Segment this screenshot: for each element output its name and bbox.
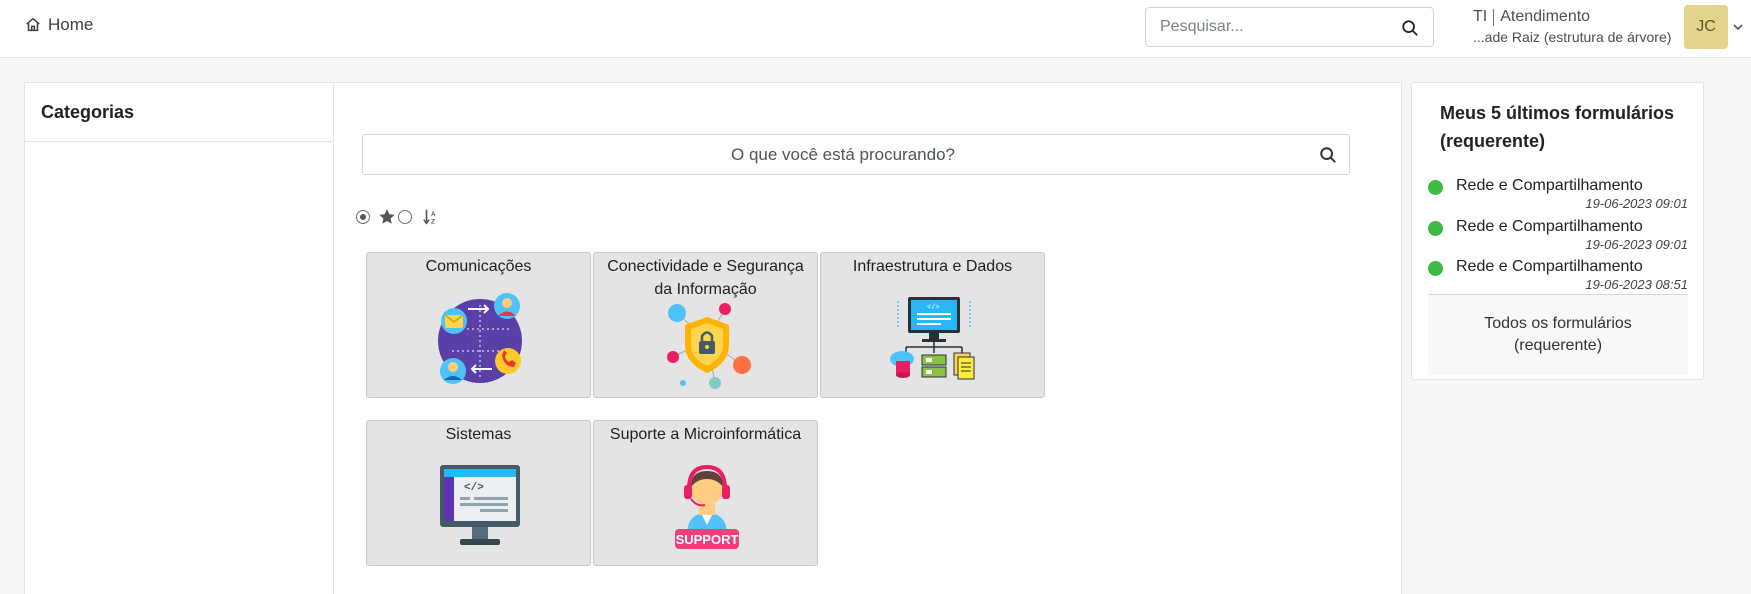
recent-form-item[interactable]: Rede e Compartilhamento 19-06-2023 09:01 xyxy=(1428,173,1688,213)
sort-options: A Z xyxy=(356,207,440,227)
support-agent-icon: SUPPORT xyxy=(675,464,739,549)
svg-text:</>: </> xyxy=(927,304,940,312)
all-forms-button[interactable]: Todos os formulários (requerente) xyxy=(1428,295,1688,375)
home-link[interactable]: Home xyxy=(24,15,93,35)
entity-name: TI xyxy=(1473,8,1488,25)
top-bar: Home TI Atendimento ...ade Raiz (estrutu… xyxy=(0,0,1751,58)
category-tile-infraestrutura-dados[interactable]: Infraestrutura e Dados </> xyxy=(820,252,1045,398)
global-search xyxy=(1145,7,1434,47)
tile-label: Comunicações xyxy=(425,258,532,275)
tile-label: Suporte a Microinformática xyxy=(609,426,802,443)
service-catalog-panel: A Z Comunicações Conectividade e xyxy=(333,82,1402,594)
search-icon[interactable] xyxy=(1401,19,1419,37)
profile-selector[interactable]: TI Atendimento xyxy=(1473,8,1590,26)
status-dot xyxy=(1428,180,1443,195)
recent-form-item[interactable]: Rede e Compartilhamento 19-06-2023 08:51 xyxy=(1428,254,1688,294)
catalog-search xyxy=(362,134,1350,175)
security-shield-icon xyxy=(667,303,751,389)
recent-forms-panel: Meus 5 últimos formulários (requerente) … xyxy=(1411,82,1704,380)
categories-title: Categorias xyxy=(41,102,135,122)
recent-forms-title: Meus 5 últimos formulários (requerente) xyxy=(1440,103,1675,151)
sort-alphabetical-radio[interactable] xyxy=(398,210,412,224)
systems-monitor-icon: </> xyxy=(440,465,520,545)
svg-text:</>: </> xyxy=(464,482,484,494)
recent-form-name: Rede e Compartilhamento xyxy=(1456,258,1643,275)
global-search-input[interactable] xyxy=(1160,16,1390,38)
home-icon xyxy=(26,17,40,32)
divider xyxy=(25,141,333,142)
svg-text:A: A xyxy=(431,211,436,218)
tile-label: Sistemas xyxy=(445,426,512,443)
home-label: Home xyxy=(48,15,94,34)
entity-path[interactable]: ...ade Raiz (estrutura de árvore) xyxy=(1473,29,1671,45)
recent-form-item[interactable]: Rede e Compartilhamento 19-06-2023 09:01 xyxy=(1428,214,1688,254)
recent-form-date: 19-06-2023 08:51 xyxy=(1585,277,1688,292)
chevron-down-icon[interactable] xyxy=(1732,21,1744,33)
recent-form-date: 19-06-2023 09:01 xyxy=(1585,196,1688,211)
catalog-search-input[interactable] xyxy=(373,143,1313,167)
recent-form-name: Rede e Compartilhamento xyxy=(1456,177,1643,194)
user-avatar[interactable]: JC xyxy=(1684,5,1728,49)
category-tile-sistemas[interactable]: Sistemas </> xyxy=(366,420,591,566)
recent-form-name: Rede e Compartilhamento xyxy=(1456,218,1643,235)
infrastructure-icon: </> xyxy=(890,297,975,380)
status-dot xyxy=(1428,261,1443,276)
search-icon[interactable] xyxy=(1319,146,1337,164)
tile-label: Infraestrutura e Dados xyxy=(852,258,1013,275)
category-tile-conectividade-seguranca[interactable]: Conectividade e Segurança da Informação xyxy=(593,252,818,398)
star-icon xyxy=(379,209,395,224)
svg-text:SUPPORT: SUPPORT xyxy=(676,532,739,547)
communication-icon xyxy=(438,293,522,384)
recent-form-date: 19-06-2023 09:01 xyxy=(1585,237,1688,252)
status-dot xyxy=(1428,221,1443,236)
divider xyxy=(1493,8,1495,26)
sort-popularity-radio[interactable] xyxy=(356,210,370,224)
category-tile-suporte-microinformatica[interactable]: Suporte a Microinformática SUPPORT xyxy=(593,420,818,566)
sort-alpha-icon: A Z xyxy=(423,209,436,225)
category-tile-comunicacoes[interactable]: Comunicações xyxy=(366,252,591,398)
profile-name: Atendimento xyxy=(1500,8,1591,25)
svg-text:Z: Z xyxy=(431,218,435,225)
categories-panel: Categorias xyxy=(24,82,333,594)
